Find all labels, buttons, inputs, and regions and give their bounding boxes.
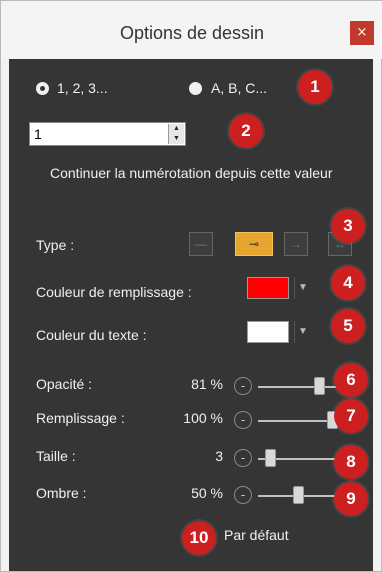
badge-6: 6	[334, 363, 368, 397]
slider-label: Opacité :	[36, 376, 93, 392]
default-button[interactable]: Par défaut	[224, 527, 289, 543]
slider-thumb[interactable]	[264, 449, 276, 467]
badge-1: 1	[298, 70, 332, 104]
start-value-text: 1	[34, 126, 42, 142]
radio-numeric-label: 1, 2, 3...	[57, 80, 108, 96]
badge-2: 2	[229, 114, 263, 148]
slider-value: 100 %	[183, 410, 223, 426]
slider-decrease-button[interactable]: -	[234, 411, 252, 429]
slider-label: Taille :	[36, 448, 76, 464]
badge-10: 10	[182, 521, 216, 555]
type-button-pin[interactable]: ⊸	[235, 232, 273, 256]
slider-track[interactable]	[258, 420, 338, 422]
title-bar: Options de dessin ×	[1, 1, 382, 59]
spin-up-icon[interactable]: ▲	[169, 124, 184, 134]
type-label: Type :	[36, 237, 75, 253]
radio-alpha[interactable]	[189, 82, 202, 95]
slider-thumb[interactable]	[313, 377, 325, 395]
slider-decrease-button[interactable]: -	[234, 486, 252, 504]
badge-5: 5	[331, 309, 365, 343]
fill-color-swatch[interactable]	[247, 277, 289, 299]
radio-alpha-label: A, B, C...	[211, 80, 268, 96]
slider-value: 50 %	[191, 485, 223, 501]
slider-value: 81 %	[191, 376, 223, 392]
text-color-dropdown-icon[interactable]: ▼	[294, 321, 311, 343]
badge-3: 3	[331, 209, 365, 243]
badge-7: 7	[334, 399, 368, 433]
options-dialog: Options de dessin × 1, 2, 3... A, B, C..…	[0, 0, 382, 572]
badge-9: 9	[334, 482, 368, 516]
slider-value: 3	[215, 448, 223, 464]
radio-numeric[interactable]	[36, 82, 49, 95]
spinner-buttons[interactable]: ▲ ▼	[168, 124, 184, 144]
spin-down-icon[interactable]: ▼	[169, 134, 184, 144]
text-color-swatch[interactable]	[247, 321, 289, 343]
type-button-arrow[interactable]: →	[284, 232, 308, 256]
dialog-title: Options de dessin	[119, 23, 265, 43]
slider-label: Ombre :	[36, 485, 87, 501]
slider-decrease-button[interactable]: -	[234, 377, 252, 395]
slider-label: Remplissage :	[36, 410, 125, 426]
slider-track[interactable]	[258, 386, 338, 388]
badge-8: 8	[334, 445, 368, 479]
slider-decrease-button[interactable]: -	[234, 449, 252, 467]
fill-color-dropdown-icon[interactable]: ▼	[294, 277, 311, 299]
fill-color-label: Couleur de remplissage :	[36, 284, 192, 300]
close-button[interactable]: ×	[350, 21, 374, 45]
slider-thumb[interactable]	[292, 486, 304, 504]
start-value-spinner[interactable]: 1 ▲ ▼	[29, 122, 186, 146]
badge-4: 4	[331, 266, 365, 300]
continue-numbering-text: Continuer la numérotation depuis cette v…	[50, 165, 333, 181]
text-color-label: Couleur du texte :	[36, 327, 147, 343]
type-button-line[interactable]: —	[189, 232, 213, 256]
